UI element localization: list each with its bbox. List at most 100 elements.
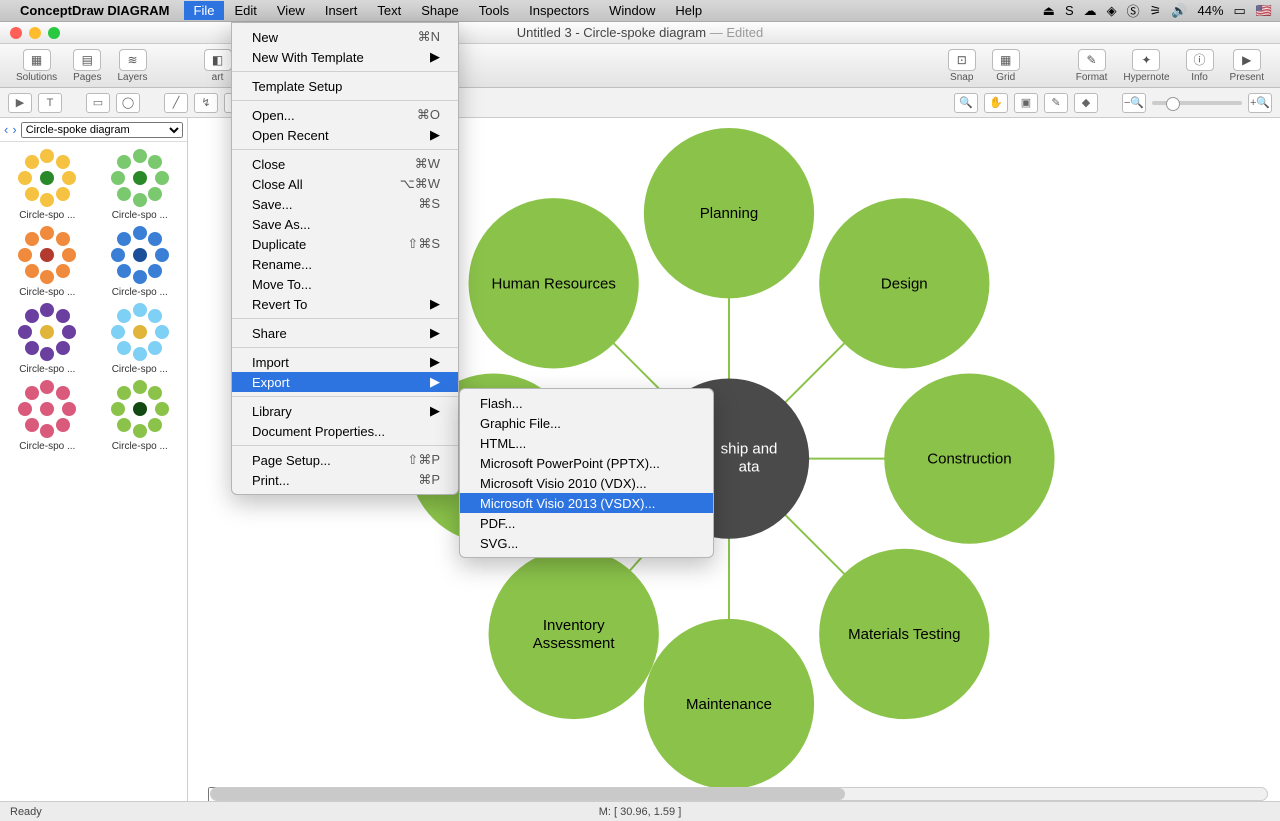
format-button[interactable]: ✎Format xyxy=(1076,49,1108,83)
menu-item[interactable]: Microsoft Visio 2013 (VSDX)... xyxy=(460,493,713,513)
zoom-slider[interactable] xyxy=(1152,101,1242,105)
minimize-button[interactable] xyxy=(29,27,41,39)
menu-help[interactable]: Help xyxy=(665,1,712,20)
menu-item[interactable]: Revert To▶ xyxy=(232,294,458,314)
menu-inspectors[interactable]: Inspectors xyxy=(519,1,599,20)
menu-item[interactable]: Save...⌘S xyxy=(232,194,458,214)
library-thumb[interactable]: Circle-spo ... xyxy=(4,302,91,375)
menu-file[interactable]: File xyxy=(184,1,225,20)
highlight-tool[interactable]: ◆ xyxy=(1074,93,1098,113)
window-controls xyxy=(0,27,60,39)
pages-button[interactable]: ▤Pages xyxy=(73,49,101,83)
menu-item[interactable]: Close All⌥⌘W xyxy=(232,174,458,194)
title-text: Untitled 3 - Circle-spoke diagram xyxy=(517,25,706,40)
status-coords: M: [ 30.96, 1.59 ] xyxy=(599,806,682,818)
menu-item[interactable]: PDF... xyxy=(460,513,713,533)
menu-item[interactable]: New With Template▶ xyxy=(232,47,458,67)
library-select[interactable]: Circle-spoke diagram xyxy=(21,122,183,138)
library-thumb[interactable]: Circle-spo ... xyxy=(4,148,91,221)
library-thumb[interactable]: Circle-spo ... xyxy=(4,225,91,298)
zoom-out[interactable]: −🔍 xyxy=(1122,93,1146,113)
library-thumbnails: Circle-spo ...Circle-spo ...Circle-spo .… xyxy=(0,142,187,801)
app-name[interactable]: ConceptDraw DIAGRAM xyxy=(20,3,170,18)
library-thumb[interactable]: Circle-spo ... xyxy=(97,148,184,221)
library-thumb[interactable]: Circle-spo ... xyxy=(4,379,91,452)
status-icon[interactable]: ◈ xyxy=(1107,3,1117,19)
battery-icon[interactable]: ▭ xyxy=(1234,3,1246,19)
status-icon[interactable]: ⏏ xyxy=(1043,3,1055,19)
submenu-arrow-icon: ▶ xyxy=(400,374,440,390)
menu-tools[interactable]: Tools xyxy=(469,1,519,20)
status-icon[interactable]: S xyxy=(1065,3,1074,18)
zoom-in[interactable]: +🔍 xyxy=(1248,93,1272,113)
menu-item[interactable]: SVG... xyxy=(460,533,713,553)
menu-item[interactable]: Open...⌘O xyxy=(232,105,458,125)
menu-item[interactable]: Open Recent▶ xyxy=(232,125,458,145)
zoom-button[interactable] xyxy=(48,27,60,39)
menu-shape[interactable]: Shape xyxy=(411,1,469,20)
menu-item[interactable]: Duplicate⇧⌘S xyxy=(232,234,458,254)
menu-text[interactable]: Text xyxy=(367,1,411,20)
menu-item[interactable]: Close⌘W xyxy=(232,154,458,174)
solutions-button[interactable]: ▦Solutions xyxy=(16,49,57,83)
menu-edit[interactable]: Edit xyxy=(224,1,266,20)
close-button[interactable] xyxy=(10,27,22,39)
menu-window[interactable]: Window xyxy=(599,1,665,20)
present-button[interactable]: ▶Present xyxy=(1230,49,1264,83)
grid-button[interactable]: ▦Grid xyxy=(992,49,1020,83)
submenu-arrow-icon: ▶ xyxy=(400,403,440,419)
cloud-icon[interactable]: ☁ xyxy=(1084,3,1097,19)
hand-tool[interactable]: ✋ xyxy=(984,93,1008,113)
rect-tool[interactable]: ▭ xyxy=(86,93,110,113)
connector-tool[interactable]: ↯ xyxy=(194,93,218,113)
menu-item[interactable]: Library▶ xyxy=(232,401,458,421)
menu-view[interactable]: View xyxy=(267,1,315,20)
menu-item[interactable]: Rename... xyxy=(232,254,458,274)
text-tool[interactable]: T xyxy=(38,93,62,113)
pointer-tool[interactable]: ▶ xyxy=(8,93,32,113)
lib-fwd[interactable]: › xyxy=(12,122,16,137)
menu-item[interactable]: Microsoft PowerPoint (PPTX)... xyxy=(460,453,713,473)
menu-insert[interactable]: Insert xyxy=(315,1,368,20)
layers-button[interactable]: ≋Layers xyxy=(118,49,148,83)
skype-icon[interactable]: Ⓢ xyxy=(1127,1,1140,20)
menu-item[interactable]: Import▶ xyxy=(232,352,458,372)
menu-item[interactable]: Share▶ xyxy=(232,323,458,343)
menubar-status-icons: ⏏ S ☁ ◈ Ⓢ ⚞ 🔊 44% ▭ 🇺🇸 xyxy=(1043,1,1272,20)
ellipse-tool[interactable]: ◯ xyxy=(116,93,140,113)
export-submenu: Flash...Graphic File...HTML...Microsoft … xyxy=(459,388,714,558)
line-tool[interactable]: ╱ xyxy=(164,93,188,113)
info-button[interactable]: ⓘInfo xyxy=(1186,49,1214,83)
menu-item[interactable]: Document Properties... xyxy=(232,421,458,441)
menu-item[interactable]: New⌘N xyxy=(232,27,458,47)
snap-button[interactable]: ⊡Snap xyxy=(948,49,976,83)
library-thumb[interactable]: Circle-spo ... xyxy=(97,225,184,298)
menu-item[interactable]: Move To... xyxy=(232,274,458,294)
hypernote-button[interactable]: ✦Hypernote xyxy=(1123,49,1169,83)
submenu-arrow-icon: ▶ xyxy=(400,127,440,143)
menu-item[interactable]: Microsoft Visio 2010 (VDX)... xyxy=(460,473,713,493)
battery-percent[interactable]: 44% xyxy=(1197,3,1223,18)
menu-item[interactable]: Template Setup xyxy=(232,76,458,96)
spoke-label: InventoryAssessment xyxy=(533,617,616,652)
zoom-tool[interactable]: 🔍 xyxy=(954,93,978,113)
menu-item[interactable]: Export▶ xyxy=(232,372,458,392)
menu-item[interactable]: Flash... xyxy=(460,393,713,413)
volume-icon[interactable]: 🔊 xyxy=(1171,3,1187,19)
menu-item[interactable]: Save As... xyxy=(232,214,458,234)
chart-button[interactable]: ◧art xyxy=(204,49,232,83)
submenu-arrow-icon: ▶ xyxy=(400,354,440,370)
wifi-icon[interactable]: ⚞ xyxy=(1150,3,1162,19)
flag-icon[interactable]: 🇺🇸 xyxy=(1256,3,1272,19)
horizontal-scrollbar[interactable] xyxy=(210,787,1268,801)
camera-tool[interactable]: ▣ xyxy=(1014,93,1038,113)
menu-item[interactable]: Page Setup...⇧⌘P xyxy=(232,450,458,470)
menu-item[interactable]: Graphic File... xyxy=(460,413,713,433)
eyedrop-tool[interactable]: ✎ xyxy=(1044,93,1068,113)
lib-back[interactable]: ‹ xyxy=(4,122,8,137)
library-thumb[interactable]: Circle-spo ... xyxy=(97,379,184,452)
menu-item[interactable]: HTML... xyxy=(460,433,713,453)
library-thumb[interactable]: Circle-spo ... xyxy=(97,302,184,375)
menu-item[interactable]: Print...⌘P xyxy=(232,470,458,490)
thumb-label: Circle-spo ... xyxy=(19,287,75,298)
